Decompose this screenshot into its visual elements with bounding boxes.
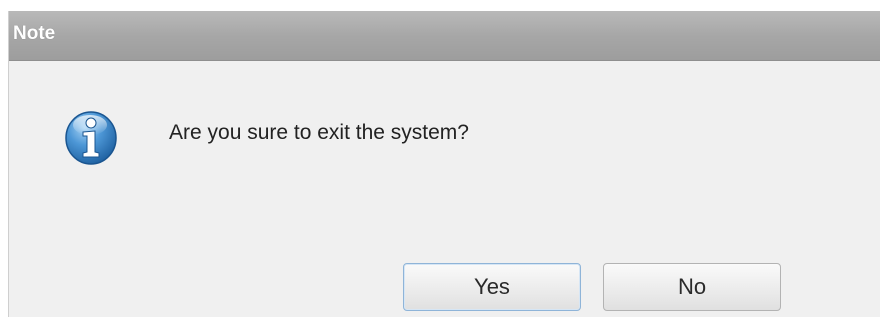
dialog-message: Are you sure to exit the system?	[169, 121, 469, 144]
dialog-title: Note	[13, 23, 56, 44]
dialog-titlebar[interactable]: Note	[9, 11, 880, 61]
yes-button[interactable]: Yes	[403, 263, 581, 311]
note-dialog: Note Are you sure to exit the system? Ye…	[8, 11, 880, 317]
info-icon	[64, 108, 118, 166]
no-button[interactable]: No	[603, 263, 781, 311]
